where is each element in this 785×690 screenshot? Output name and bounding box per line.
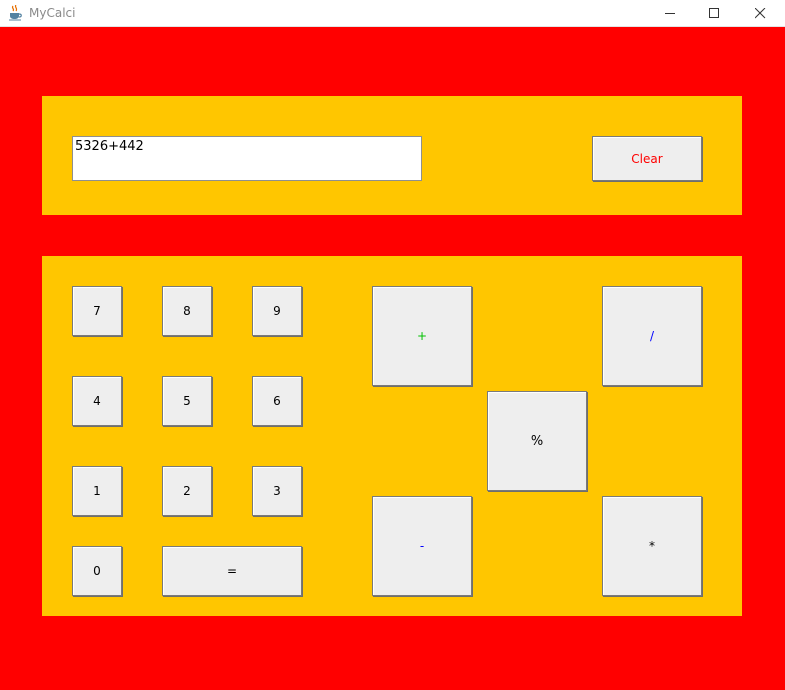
- calculator-window-body: 5326+442 Clear 7 8 9 4 5 6 1 2 3 0 = + /…: [0, 27, 785, 690]
- clear-button[interactable]: Clear: [592, 136, 702, 181]
- keypad-panel: 7 8 9 4 5 6 1 2 3 0 = + / % - *: [42, 256, 742, 616]
- minus-button[interactable]: -: [372, 496, 472, 596]
- key-6[interactable]: 6: [252, 376, 302, 426]
- key-7[interactable]: 7: [72, 286, 122, 336]
- key-4[interactable]: 4: [72, 376, 122, 426]
- title-bar: MyCalci: [0, 0, 785, 27]
- percent-button[interactable]: %: [487, 391, 587, 491]
- minimize-button[interactable]: [648, 0, 693, 27]
- close-icon: [755, 8, 766, 19]
- equals-button[interactable]: =: [162, 546, 302, 596]
- divide-button[interactable]: /: [602, 286, 702, 386]
- plus-button[interactable]: +: [372, 286, 472, 386]
- maximize-button[interactable]: [692, 0, 737, 27]
- key-2[interactable]: 2: [162, 466, 212, 516]
- close-button[interactable]: [738, 0, 783, 27]
- key-0[interactable]: 0: [72, 546, 122, 596]
- key-1[interactable]: 1: [72, 466, 122, 516]
- java-coffee-cup-icon: [9, 5, 22, 21]
- display-field[interactable]: 5326+442: [72, 136, 422, 181]
- key-5[interactable]: 5: [162, 376, 212, 426]
- key-9[interactable]: 9: [252, 286, 302, 336]
- key-8[interactable]: 8: [162, 286, 212, 336]
- maximize-icon: [709, 8, 719, 18]
- display-panel: 5326+442 Clear: [42, 96, 742, 215]
- key-3[interactable]: 3: [252, 466, 302, 516]
- window-title: MyCalci: [29, 6, 76, 20]
- minimize-icon: [665, 13, 675, 14]
- multiply-button[interactable]: *: [602, 496, 702, 596]
